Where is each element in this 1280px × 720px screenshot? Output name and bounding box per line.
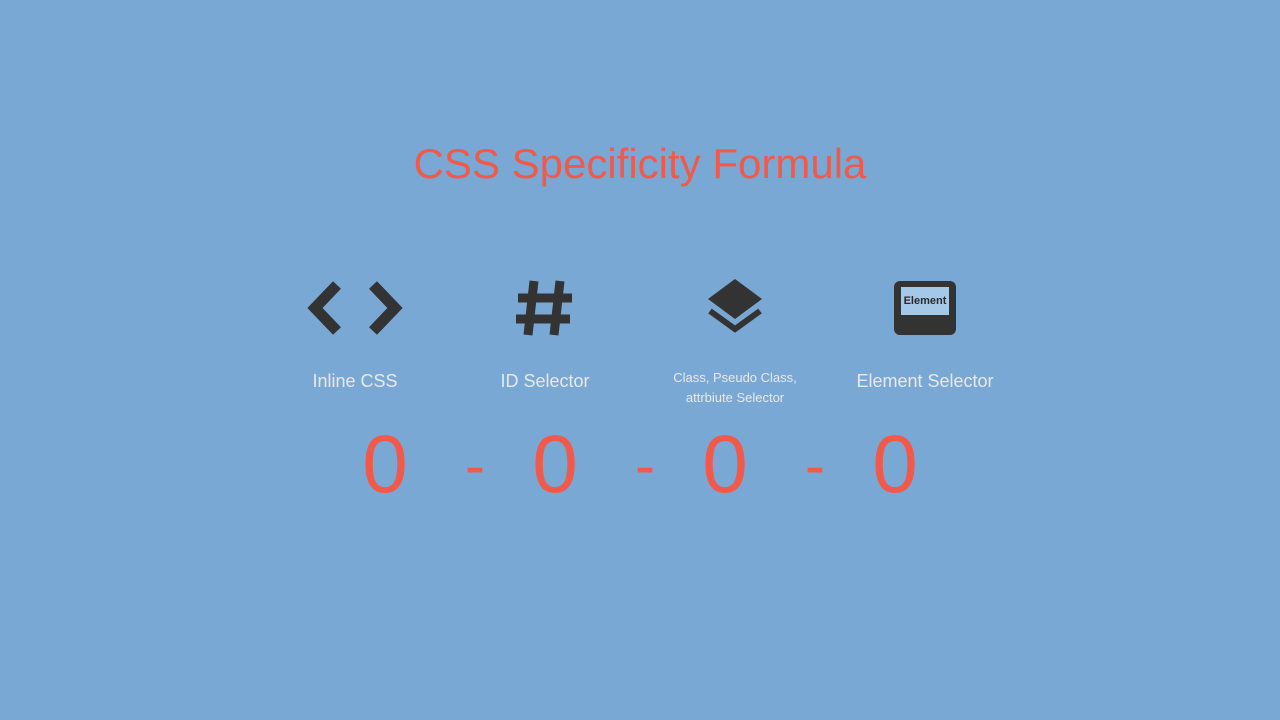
column-label: Class, Pseudo Class, attrbiute Selector xyxy=(673,368,797,418)
column-element-selector: Element Element Selector xyxy=(830,268,1020,418)
element-box-icon: Element xyxy=(894,268,956,348)
column-class-selector: Class, Pseudo Class, attrbiute Selector xyxy=(640,268,830,418)
column-label: ID Selector xyxy=(500,368,589,418)
hash-icon xyxy=(510,268,580,348)
label-line-2: attrbiute Selector xyxy=(673,388,797,408)
value-class: 0 xyxy=(630,418,820,512)
layers-icon xyxy=(700,268,770,348)
specificity-columns: Inline CSS ID Selector Class, Pseudo Cla… xyxy=(0,268,1280,418)
element-text: Element xyxy=(901,287,949,315)
formula-row: 0 - 0 - 0 - 0 xyxy=(0,418,1280,512)
label-line-1: Class, Pseudo Class, xyxy=(673,368,797,388)
value-inline: 0 xyxy=(290,418,480,512)
column-label: Inline CSS xyxy=(312,368,397,418)
column-inline-css: Inline CSS xyxy=(260,268,450,418)
column-label: Element Selector xyxy=(856,368,993,418)
column-id-selector: ID Selector xyxy=(450,268,640,418)
value-id: 0 xyxy=(460,418,650,512)
value-element: 0 xyxy=(800,418,990,512)
page-title: CSS Specificity Formula xyxy=(414,140,867,188)
angle-brackets-icon xyxy=(305,268,405,348)
